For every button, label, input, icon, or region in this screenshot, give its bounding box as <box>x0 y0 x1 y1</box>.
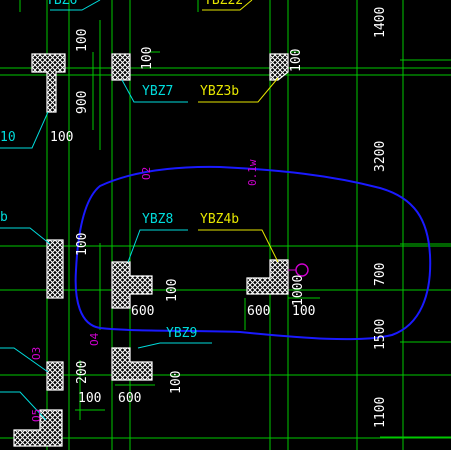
dim-100-top-a: 100 <box>75 28 90 52</box>
dim-100-bottom: 100 <box>78 391 102 406</box>
tag-ybz22: YBZ22 <box>204 0 244 8</box>
dim-600-ybz8: 600 <box>131 304 155 319</box>
wall-ybz6 <box>31 53 66 113</box>
axis-mark-o1w: 0.1w <box>246 159 259 187</box>
dim-1100: 1100 <box>373 396 388 428</box>
wall-ybz7 <box>111 53 131 81</box>
tag-ybz9: YBZ9 <box>166 326 198 341</box>
axis-mark-o2: O2 <box>140 166 153 180</box>
axis-mark-o5: O5 <box>30 408 43 422</box>
dim-100-top-b: 100 <box>140 46 155 70</box>
dim-3200: 3200 <box>373 140 388 172</box>
tag-left-b: b <box>0 210 8 225</box>
wall-ybz4b <box>246 259 289 295</box>
tag-ybz7: YBZ7 <box>142 84 174 99</box>
tag-ybz4b: YBZ4b <box>200 212 240 227</box>
tag-left-10: 10 <box>0 130 16 145</box>
dim-700: 700 <box>373 262 388 286</box>
wall-ybz9 <box>111 347 153 381</box>
cad-drawing-canvas[interactable]: YBZ6 YBZ22 YBZ7 YBZ3b YBZ8 YBZ4b YBZ9 10… <box>0 0 451 450</box>
dim-100-ybz8-h: 100 <box>165 278 180 302</box>
dim-1000-ybz4b: 1000 <box>291 274 306 306</box>
wall-left-low <box>46 361 64 391</box>
column-sections <box>13 53 289 447</box>
axis-mark-o4: O4 <box>88 332 101 346</box>
tag-ybz3b: YBZ3b <box>200 84 240 99</box>
dim-100-bottom-v: 100 <box>169 370 184 394</box>
dim-200: 200 <box>75 360 90 384</box>
dim-100-ybz8-v: 100 <box>75 232 90 256</box>
dim-900: 900 <box>75 90 90 114</box>
dim-100-mid: 100 <box>50 130 74 145</box>
wall-ybz8 <box>111 261 153 309</box>
tag-ybz6: YBZ6 <box>46 0 78 8</box>
tag-ybz8: YBZ8 <box>142 212 174 227</box>
dim-600-ybz4b: 600 <box>247 304 271 319</box>
dim-1400: 1400 <box>373 6 388 38</box>
axis-mark-o3: O3 <box>30 346 43 360</box>
wall-left-mid <box>46 239 64 299</box>
dim-100-top-c: 100 <box>289 48 304 72</box>
dim-1500: 1500 <box>373 318 388 350</box>
dim-600-bottom: 600 <box>118 391 142 406</box>
wall-ybz3b <box>269 53 289 81</box>
dim-100-ybz4b: 100 <box>292 304 316 319</box>
